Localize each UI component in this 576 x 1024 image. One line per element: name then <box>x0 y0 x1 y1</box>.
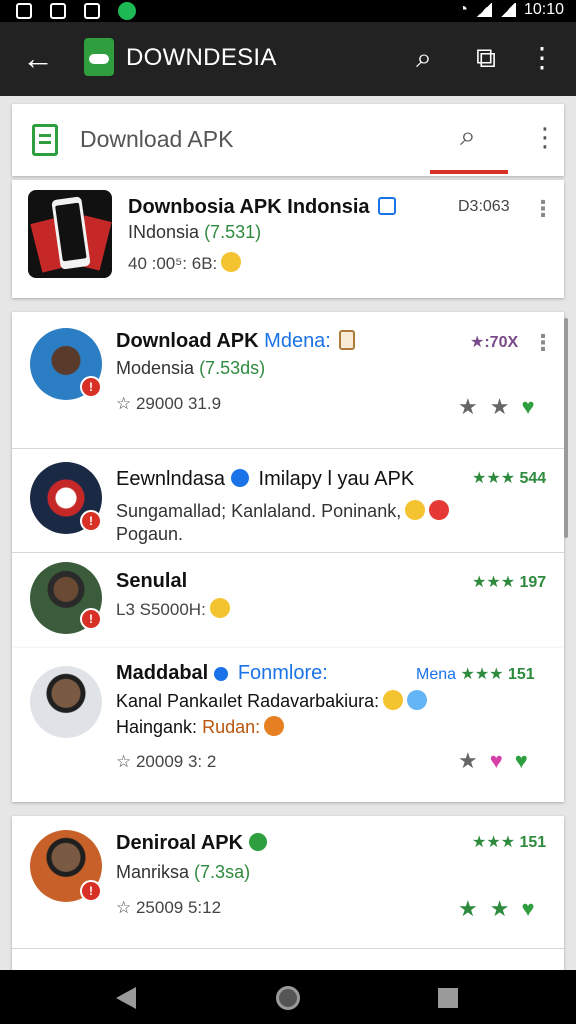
scrollbar[interactable] <box>564 318 568 538</box>
status-time: 10:10 <box>523 1 564 18</box>
back-arrow-icon[interactable]: ← <box>22 40 54 76</box>
notification-badge-icon: ! <box>80 376 102 398</box>
signal-icon <box>475 3 492 17</box>
item-right-value: D3:063 <box>458 198 510 215</box>
divider <box>12 948 564 949</box>
navigation-bar <box>0 970 576 1024</box>
item-actions: ★ ♥ ♥ <box>458 748 528 774</box>
notification-icon <box>84 3 100 19</box>
star-icon[interactable]: ★ <box>458 896 478 922</box>
more-vert-icon[interactable]: ⋮ <box>526 40 558 76</box>
wifi-icon: ◔ <box>458 1 468 18</box>
battery-icon <box>499 3 516 17</box>
item-rating: ★:70X <box>470 334 519 351</box>
heart-icon[interactable]: ♥ <box>521 896 534 922</box>
star-icon[interactable]: ★ <box>490 896 510 922</box>
item-subtitle: Sungamallad; Kanlaland. Poninank, <box>116 500 450 522</box>
avatar <box>30 666 102 738</box>
emoji-icon <box>264 716 285 736</box>
app-bar: ← DOWNDESIA ⌕ ⧉ ⋮ <box>0 22 576 96</box>
divider <box>12 448 564 449</box>
notification-icon <box>16 3 32 19</box>
nav-recents-icon[interactable] <box>438 988 458 1008</box>
item-actions: ★ ★ ♥ <box>458 394 535 420</box>
verified-icon <box>249 833 268 851</box>
status-bar: ◔ 10:10 <box>0 0 576 22</box>
star-icon[interactable]: ★ <box>490 394 510 420</box>
notification-badge-icon: ! <box>80 608 102 630</box>
emoji-icon <box>407 690 428 710</box>
nav-home-icon[interactable] <box>276 986 300 1010</box>
list-item[interactable]: Downbosia APK Indonsia INdonsia (7.531) … <box>12 180 564 298</box>
notification-icon <box>50 3 66 19</box>
search-input[interactable]: Download APK <box>80 126 233 153</box>
cast-icon[interactable]: ⧉ <box>470 40 502 76</box>
item-title[interactable]: Download APK Mdena: <box>116 330 355 353</box>
more-vert-icon[interactable]: ⋮ <box>532 122 558 153</box>
item-rating: ★★★ 544 <box>472 470 547 487</box>
star-icon[interactable]: ★ <box>458 748 478 774</box>
more-vert-icon[interactable]: ⋮ <box>532 330 554 356</box>
item-subtitle: Kanal Pankaılet Radavarbakiura: <box>116 690 428 712</box>
verified-icon <box>214 667 229 681</box>
balloon-icon <box>429 500 450 520</box>
heart-icon[interactable]: ♥ <box>521 394 534 420</box>
emoji-icon <box>221 252 242 272</box>
item-subtitle: Modensia (7.53ds) <box>116 358 266 378</box>
app-thumbnail <box>28 190 112 278</box>
notification-badge-icon: ! <box>80 880 102 902</box>
item-title[interactable]: Senulal <box>116 570 187 593</box>
item-title[interactable]: Maddabal Fonmlore: <box>116 662 328 685</box>
item-rating: ★★★ 197 <box>472 574 547 591</box>
item-meta: ☆ 25009 5:12 <box>116 898 222 917</box>
item-meta: 40 :00⁵: 6B: <box>128 252 242 274</box>
emoji-icon <box>405 500 426 520</box>
item-title[interactable]: Deniroal APK <box>116 832 268 855</box>
item-rating: ★★★ 151 <box>472 834 547 851</box>
verified-icon <box>377 197 396 215</box>
search-icon[interactable]: ⌕ <box>460 120 476 153</box>
app-logo-icon <box>84 38 114 76</box>
heart-icon[interactable]: ♥ <box>515 748 528 774</box>
star-icon[interactable]: ★ <box>458 394 478 420</box>
app-status-icon <box>118 2 136 20</box>
status-bar-notifications <box>16 2 136 20</box>
app-title: DOWNDESIA <box>126 44 277 71</box>
more-vert-icon[interactable]: ⋮ <box>532 196 554 222</box>
item-meta: L3 S5000H: <box>116 598 230 620</box>
heart-icon[interactable]: ♥ <box>490 748 503 774</box>
verified-icon <box>230 469 249 487</box>
item-title: Downbosia APK Indonsia <box>128 196 396 219</box>
item-subtitle: INdonsia (7.531) <box>128 222 262 242</box>
document-icon <box>32 124 58 156</box>
item-actions: ★ ★ ♥ <box>458 896 535 922</box>
item-meta: ☆ 20009 3: 2 <box>116 752 217 771</box>
item-subtitle-line2: Pogaun. <box>116 524 184 544</box>
item-meta: ☆ 29000 31.9 <box>116 394 222 413</box>
emoji-icon <box>383 690 404 710</box>
item-rating: Mena ★★★ 151 <box>416 666 535 683</box>
nav-back-icon[interactable] <box>116 987 136 1009</box>
status-bar-system: ◔ 10:10 <box>458 1 564 19</box>
notification-badge-icon: ! <box>80 510 102 532</box>
search-bar[interactable]: Download APK ⌕ ⋮ <box>12 104 564 176</box>
item-subtitle: Manriksa (7.3sa) <box>116 862 251 882</box>
item-title[interactable]: Eewnlndasa Imilapy l yau APK <box>116 468 414 491</box>
note-icon <box>338 330 355 350</box>
divider <box>12 552 564 553</box>
search-active-indicator <box>430 170 508 174</box>
emoji-icon <box>209 598 230 618</box>
search-icon[interactable]: ⌕ <box>408 40 440 76</box>
item-subtitle-line2: Haingank: Rudan: <box>116 716 285 738</box>
